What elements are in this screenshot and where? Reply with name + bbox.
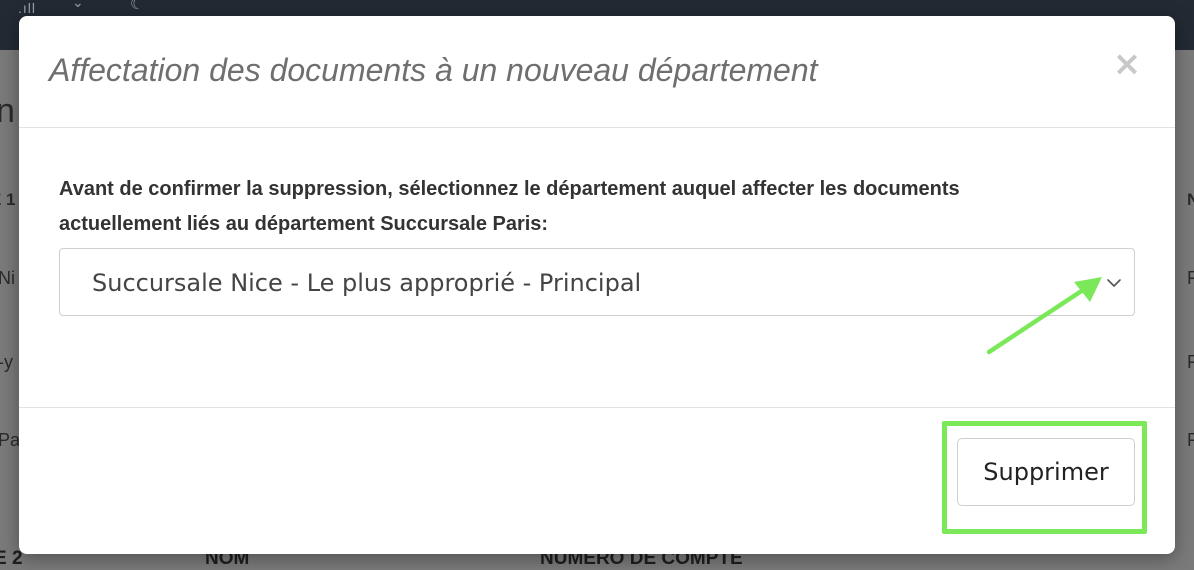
modal-title: Affectation des documents à un nouveau d… bbox=[49, 52, 818, 88]
bg-row-fragment: F bbox=[1187, 268, 1194, 288]
signal-icon: .ıll bbox=[18, 0, 36, 16]
bg-page-title-fragment: n bbox=[0, 92, 15, 130]
modal-header: Affectation des documents à un nouveau d… bbox=[19, 16, 1175, 128]
bg-column-header-fragment: E 1 bbox=[0, 190, 16, 209]
bg-row-fragment: -y bbox=[0, 352, 13, 372]
modal-body: Avant de confirmer la suppression, sélec… bbox=[19, 128, 1175, 407]
background-left-column: n E 1 Ni -y Pa bbox=[0, 50, 20, 570]
assign-department-modal: Affectation des documents à un nouveau d… bbox=[19, 16, 1175, 554]
bg-row-fragment: Ni bbox=[0, 268, 15, 288]
close-button[interactable]: × bbox=[1109, 46, 1145, 82]
bg-row-fragment: Pa bbox=[0, 430, 20, 450]
bg-row-fragment: F bbox=[1187, 352, 1194, 372]
chevron-down-icon: ⌄ bbox=[72, 0, 84, 10]
confirmation-prompt: Avant de confirmer la suppression, sélec… bbox=[59, 178, 960, 235]
modal-footer: Supprimer bbox=[19, 407, 1175, 554]
background-right-column: N F F F bbox=[1175, 50, 1194, 570]
delete-button[interactable]: Supprimer bbox=[957, 438, 1135, 506]
department-select-value: Succursale Nice - Le plus approprié - Pr… bbox=[92, 269, 642, 297]
chevron-down-icon bbox=[1107, 279, 1121, 287]
bg-column-header-fragment: N bbox=[1187, 190, 1194, 209]
department-select[interactable]: Succursale Nice - Le plus approprié - Pr… bbox=[59, 248, 1135, 316]
bg-row-fragment: F bbox=[1187, 430, 1194, 450]
phone-icon: ☾ bbox=[130, 0, 145, 13]
